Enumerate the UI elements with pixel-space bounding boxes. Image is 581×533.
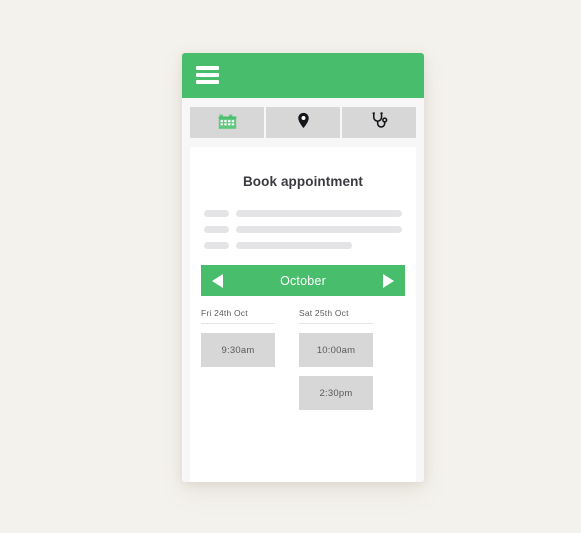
day-header: Sat 25th Oct	[299, 308, 373, 324]
placeholder-row	[204, 226, 402, 233]
triangle-right-icon[interactable]	[383, 273, 394, 288]
content-panel: Book appointment October Fri 24th Oct 9:…	[190, 147, 416, 482]
day-column: Fri 24th Oct 9:30am	[201, 308, 275, 410]
time-slot-button[interactable]: 10:00am	[299, 333, 373, 367]
month-navigation-bar: October	[201, 265, 405, 296]
placeholder-pill	[204, 242, 229, 249]
hamburger-bar	[196, 66, 219, 70]
appointment-booking-card: Book appointment October Fri 24th Oct 9:…	[182, 53, 424, 482]
location-pin-icon	[295, 111, 312, 135]
placeholder-row	[204, 242, 402, 249]
hamburger-bar	[196, 73, 219, 77]
tab-stethoscope[interactable]	[342, 107, 416, 138]
time-slot-button[interactable]: 9:30am	[201, 333, 275, 367]
day-header: Fri 24th Oct	[201, 308, 275, 324]
placeholder-pill	[204, 226, 229, 233]
calendar-icon	[218, 111, 237, 135]
tab-location[interactable]	[266, 107, 340, 138]
placeholder-bar	[236, 210, 402, 217]
placeholder-bar	[236, 242, 352, 249]
stethoscope-icon	[370, 111, 388, 135]
day-column: Sat 25th Oct 10:00am 2:30pm	[299, 308, 373, 410]
month-label: October	[280, 273, 326, 288]
hamburger-menu-icon[interactable]	[196, 66, 219, 84]
triangle-left-icon[interactable]	[212, 273, 223, 288]
day-columns: Fri 24th Oct 9:30am Sat 25th Oct 10:00am…	[201, 308, 405, 410]
page-title: Book appointment	[242, 174, 364, 189]
hamburger-bar	[196, 80, 219, 84]
tab-calendar[interactable]	[190, 107, 264, 138]
placeholder-text-block	[204, 210, 402, 249]
placeholder-pill	[204, 210, 229, 217]
placeholder-bar	[236, 226, 402, 233]
placeholder-row	[204, 210, 402, 217]
tab-bar	[182, 98, 424, 138]
time-slot-button[interactable]: 2:30pm	[299, 376, 373, 410]
app-header	[182, 53, 424, 98]
